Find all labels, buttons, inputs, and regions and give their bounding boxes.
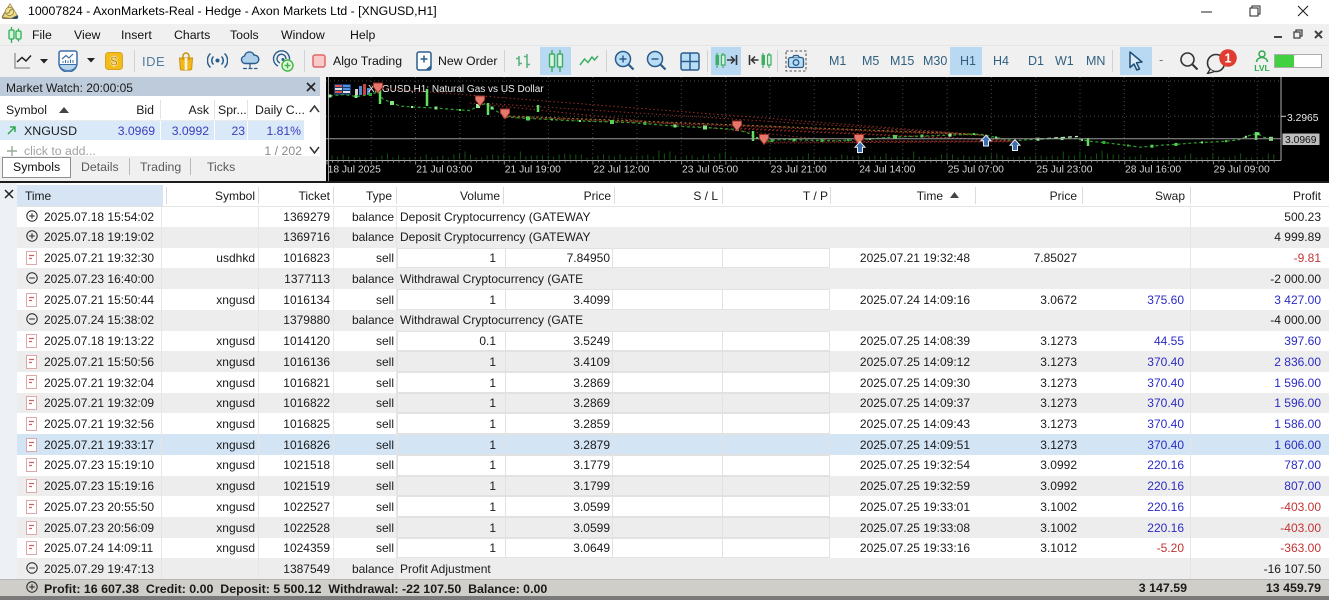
svg-text:21 Jul 19:00: 21 Jul 19:00 <box>505 165 561 176</box>
svg-text:23 Jul 05:00: 23 Jul 05:00 <box>682 165 738 176</box>
svg-text:24 Jul 14:00: 24 Jul 14:00 <box>859 165 915 176</box>
svg-text:23 Jul 21:00: 23 Jul 21:00 <box>771 165 827 176</box>
svg-text:29 Jul 09:00: 29 Jul 09:00 <box>1214 165 1270 176</box>
svg-text:25 Jul 23:00: 25 Jul 23:00 <box>1036 165 1092 176</box>
svg-text:3.2965: 3.2965 <box>1287 113 1319 124</box>
svg-text:$: $ <box>110 54 118 69</box>
svg-text:21 Jul 03:00: 21 Jul 03:00 <box>416 165 472 176</box>
svg-text:22 Jul 12:00: 22 Jul 12:00 <box>593 165 649 176</box>
svg-text:18 Jul 2025: 18 Jul 2025 <box>328 165 382 176</box>
svg-text:1: 1 <box>1225 51 1232 65</box>
svg-text:3.0969: 3.0969 <box>1285 135 1317 146</box>
svg-text:28 Jul 16:00: 28 Jul 16:00 <box>1125 165 1181 176</box>
svg-text:LVL: LVL <box>1254 63 1269 73</box>
svg-text:25 Jul 07:00: 25 Jul 07:00 <box>948 165 1004 176</box>
